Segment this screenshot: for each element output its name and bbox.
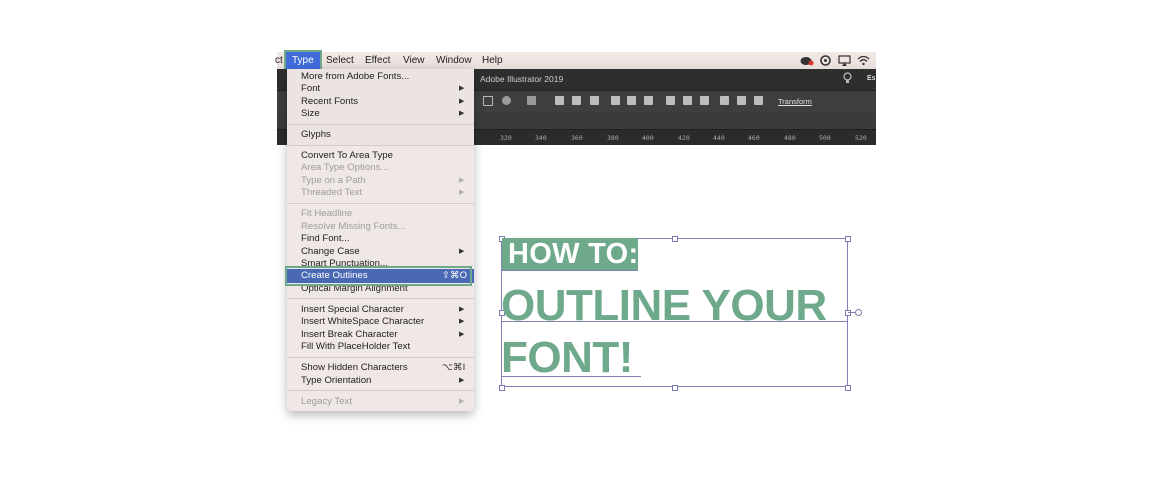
menu-item-resolve-missing-fonts[interactable]: Resolve Missing Fonts... (301, 221, 406, 232)
submenu-arrow-icon: ▶ (459, 110, 465, 117)
ruler-tick: 380 (607, 134, 619, 142)
menu-object-truncated[interactable]: ct (275, 55, 283, 66)
resize-handle[interactable] (845, 236, 851, 242)
align-right-icon[interactable] (590, 96, 599, 105)
align-hcenter-icon[interactable] (572, 96, 581, 105)
submenu-arrow-icon: ▶ (459, 98, 465, 105)
menu-type[interactable]: Type (286, 52, 320, 69)
menu-separator (287, 390, 474, 391)
menu-item-type-on-path[interactable]: Type on a Path (301, 175, 366, 186)
menu-effect[interactable]: Effect (365, 55, 390, 66)
headline-how-to[interactable]: HOW TO: (508, 237, 638, 271)
menu-item-find-font[interactable]: Find Font... (301, 233, 350, 244)
menu-item-size[interactable]: Size (301, 108, 320, 119)
menu-select[interactable]: Select (326, 55, 354, 66)
menu-item-font[interactable]: Font (301, 83, 320, 94)
menu-separator (287, 124, 474, 125)
distribute-vcenter-icon[interactable] (683, 96, 692, 105)
creative-cloud-icon[interactable] (800, 55, 814, 69)
distribute-left-icon[interactable] (720, 96, 729, 105)
sync-icon[interactable] (820, 55, 831, 69)
wifi-icon[interactable] (857, 55, 870, 69)
headline-line-3[interactable]: FONT! (501, 334, 633, 382)
submenu-arrow-icon: ▶ (459, 248, 465, 255)
align-top-icon[interactable] (611, 96, 620, 105)
submenu-arrow-icon: ▶ (459, 331, 465, 338)
menu-separator (287, 298, 474, 299)
create-outlines-highlight-frame (285, 266, 472, 286)
align-to-icon[interactable] (527, 96, 536, 105)
menu-item-convert-area-type[interactable]: Convert To Area Type (301, 150, 393, 161)
menu-item-change-case[interactable]: Change Case (301, 246, 360, 257)
menu-item-glyphs[interactable]: Glyphs (301, 129, 331, 140)
menu-help[interactable]: Help (482, 55, 503, 66)
resize-handle[interactable] (672, 385, 678, 391)
type-menu-dropdown: More from Adobe Fonts... Font ▶ Recent F… (287, 69, 474, 411)
menu-separator (287, 357, 474, 358)
menu-separator (287, 145, 474, 146)
menu-item-insert-break[interactable]: Insert Break Character (301, 329, 398, 340)
menu-item-legacy-text[interactable]: Legacy Text (301, 396, 352, 407)
ruler-tick: 480 (784, 134, 796, 142)
resize-handle[interactable] (845, 385, 851, 391)
distribute-hcenter-icon[interactable] (737, 96, 746, 105)
lightbulb-icon[interactable] (843, 72, 852, 87)
recolor-icon[interactable] (502, 96, 511, 105)
menu-item-more-fonts[interactable]: More from Adobe Fonts... (301, 71, 409, 82)
menu-item-area-type-options[interactable]: Area Type Options... (301, 162, 388, 173)
submenu-arrow-icon: ▶ (459, 398, 465, 405)
ruler-tick: 520 (855, 134, 867, 142)
ruler-tick: 460 (748, 134, 760, 142)
resize-handle[interactable] (499, 385, 505, 391)
menu-item-recent-fonts[interactable]: Recent Fonts (301, 96, 358, 107)
app-title: Adobe Illustrator 2019 (480, 74, 564, 84)
text-baseline (501, 321, 848, 322)
submenu-arrow-icon: ▶ (459, 306, 465, 313)
workspace-label[interactable]: Es (867, 75, 876, 82)
resize-handle[interactable] (845, 310, 851, 316)
menu-item-fit-headline[interactable]: Fit Headline (301, 208, 352, 219)
ruler-tick: 440 (713, 134, 725, 142)
handle-connector (848, 312, 855, 313)
distribute-top-icon[interactable] (666, 96, 675, 105)
menu-item-shortcut: ⌥⌘I (442, 362, 466, 373)
menu-item-threaded-text[interactable]: Threaded Text (301, 187, 362, 198)
menu-item-show-hidden[interactable]: Show Hidden Characters (301, 362, 408, 373)
align-vcenter-icon[interactable] (627, 96, 636, 105)
menu-item-type-orientation[interactable]: Type Orientation (301, 375, 371, 386)
rotate-handle[interactable] (855, 309, 862, 316)
submenu-arrow-icon: ▶ (459, 189, 465, 196)
mac-menu-bar: ct Type Select Effect View Window Help (275, 52, 876, 69)
text-baseline (501, 270, 638, 271)
submenu-arrow-icon: ▶ (459, 377, 465, 384)
menu-item-fill-placeholder[interactable]: Fill With PlaceHolder Text (301, 341, 410, 352)
text-baseline (501, 376, 641, 377)
ruler-tick: 340 (535, 134, 547, 142)
align-left-icon[interactable] (555, 96, 564, 105)
airplay-icon[interactable] (838, 55, 851, 69)
ruler-tick: 320 (500, 134, 512, 142)
menu-item-insert-special[interactable]: Insert Special Character (301, 304, 404, 315)
submenu-arrow-icon: ▶ (459, 85, 465, 92)
ruler-tick: 360 (571, 134, 583, 142)
distribute-bottom-icon[interactable] (700, 96, 709, 105)
menu-view[interactable]: View (403, 55, 425, 66)
submenu-arrow-icon: ▶ (459, 177, 465, 184)
ruler-tick: 400 (642, 134, 654, 142)
distribute-right-icon[interactable] (754, 96, 763, 105)
chevron-right-icon[interactable] (483, 96, 493, 106)
menu-item-insert-whitespace[interactable]: Insert WhiteSpace Character (301, 316, 424, 327)
align-bottom-icon[interactable] (644, 96, 653, 105)
resize-handle[interactable] (672, 236, 678, 242)
transform-link[interactable]: Transform (778, 97, 812, 106)
ruler-tick: 420 (678, 134, 690, 142)
menu-separator (287, 203, 474, 204)
submenu-arrow-icon: ▶ (459, 318, 465, 325)
menu-window[interactable]: Window (436, 55, 472, 66)
headline-line-2[interactable]: OUTLINE YOUR (501, 282, 827, 330)
ruler-tick: 500 (819, 134, 831, 142)
